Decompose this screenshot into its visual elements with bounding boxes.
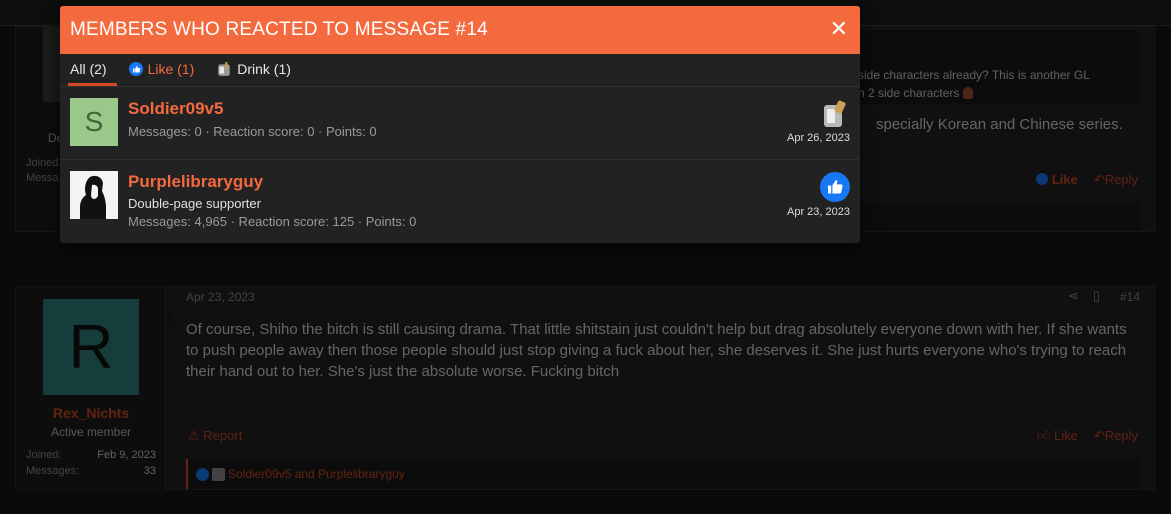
member-avatar-image <box>70 171 118 219</box>
drink-icon <box>218 62 230 76</box>
user-cell-arrow <box>166 309 175 327</box>
post2-username[interactable]: Rex_Nichts <box>16 405 166 421</box>
post2-user-cell: R Rex_Nichts Active member Joined: Feb 9… <box>16 287 166 491</box>
messages-value: 33 <box>143 465 156 477</box>
post1-reply-button[interactable]: ↶Reply <box>1094 172 1138 188</box>
like-icon <box>128 62 143 76</box>
post1-messages-fragment: Messa <box>26 172 59 184</box>
messages-label: Messages: <box>26 465 80 477</box>
member-avatar[interactable]: S <box>70 98 118 146</box>
tab-drink[interactable]: Drink (1) <box>214 61 301 86</box>
post2-reply-button[interactable]: ↶Reply <box>1094 428 1138 444</box>
post2-number[interactable]: #14 <box>1120 290 1140 304</box>
reply-icon: ↶ <box>1093 428 1105 443</box>
drink-icon <box>824 100 846 127</box>
member-avatar[interactable] <box>70 171 118 219</box>
reply-icon: ↶ <box>1093 172 1105 187</box>
post2-avatar[interactable]: R <box>43 299 139 395</box>
bookmark-icon[interactable]: ▯ <box>1093 288 1100 304</box>
tab-like-label: Like (1) <box>147 61 195 77</box>
like-icon <box>1036 173 1049 185</box>
member-reaction-date: Apr 23, 2023 <box>787 206 850 218</box>
member-name[interactable]: Purplelibraryguy <box>128 172 263 192</box>
post2-actions: 👍︎ Like ↶Reply <box>1037 428 1138 444</box>
like-icon <box>820 172 850 202</box>
like-icon <box>196 467 209 481</box>
member-name[interactable]: Soldier09v5 <box>128 99 223 119</box>
post1-like-button[interactable]: Like <box>1036 172 1078 188</box>
member-stats: Messages: 4,965 · Reaction score: 125 · … <box>128 214 417 229</box>
post2-reactions-bar[interactable]: Soldier09v5 and Purplelibraryguy <box>186 459 1140 489</box>
post2-user-title: Active member <box>50 425 132 439</box>
post2-messages: Messages: 33 <box>26 465 156 477</box>
report-button[interactable]: ⚠ Report <box>188 428 242 444</box>
tab-all[interactable]: All (2) <box>68 61 117 86</box>
joined-value: Feb 9, 2023 <box>97 449 156 461</box>
modal-header: MEMBERS WHO REACTED TO MESSAGE #14 ✕ <box>60 6 860 54</box>
post1-actions: Like ↶Reply <box>1036 172 1138 188</box>
post1-quote-line1: side characters already? This is another… <box>858 68 1090 82</box>
member-stats: Messages: 0 · Reaction score: 0 · Points… <box>128 124 377 139</box>
member-row: S Soldier09v5 Messages: 0 · Reaction sco… <box>60 87 860 160</box>
tab-like[interactable]: Like (1) <box>127 61 205 86</box>
post-14: R Rex_Nichts Active member Joined: Feb 9… <box>15 286 1155 491</box>
warning-icon: ⚠ <box>188 428 200 443</box>
member-title: Double-page supporter <box>128 196 261 211</box>
joined-label: Joined: <box>26 449 62 461</box>
person-emoji-icon <box>962 87 973 99</box>
share-icon[interactable]: ⋖ <box>1068 288 1079 304</box>
post2-body: Of course, Shiho the bitch is still caus… <box>186 321 1127 380</box>
post1-joined-fragment: Joined <box>26 157 59 169</box>
post2-joined: Joined: Feb 9, 2023 <box>26 449 156 461</box>
post1-quote-line2: n 2 side characters <box>858 84 1138 102</box>
tab-all-label: All (2) <box>70 61 107 77</box>
post2-tools: ⋖ ▯ <box>1068 288 1100 304</box>
modal-title: MEMBERS WHO REACTED TO MESSAGE #14 <box>70 19 488 40</box>
reactions-modal: MEMBERS WHO REACTED TO MESSAGE #14 ✕ All… <box>60 6 860 243</box>
member-reaction-date: Apr 26, 2023 <box>787 132 850 144</box>
close-icon[interactable]: ✕ <box>830 18 848 40</box>
reactions-summary: Soldier09v5 and Purplelibraryguy <box>228 467 405 481</box>
drink-icon <box>212 467 225 481</box>
like-outline-icon: 👍︎ <box>1036 428 1051 443</box>
post2-date[interactable]: Apr 23, 2023 <box>186 290 255 304</box>
post2-like-button[interactable]: 👍︎ Like <box>1037 428 1078 444</box>
member-row: Purplelibraryguy Double-page supporter M… <box>60 160 860 233</box>
reaction-tabs: All (2) Like (1) Drink (1) <box>60 54 860 87</box>
tab-drink-label: Drink (1) <box>237 61 291 77</box>
post1-text-fragment: specially Korean and Chinese series. <box>876 116 1123 133</box>
